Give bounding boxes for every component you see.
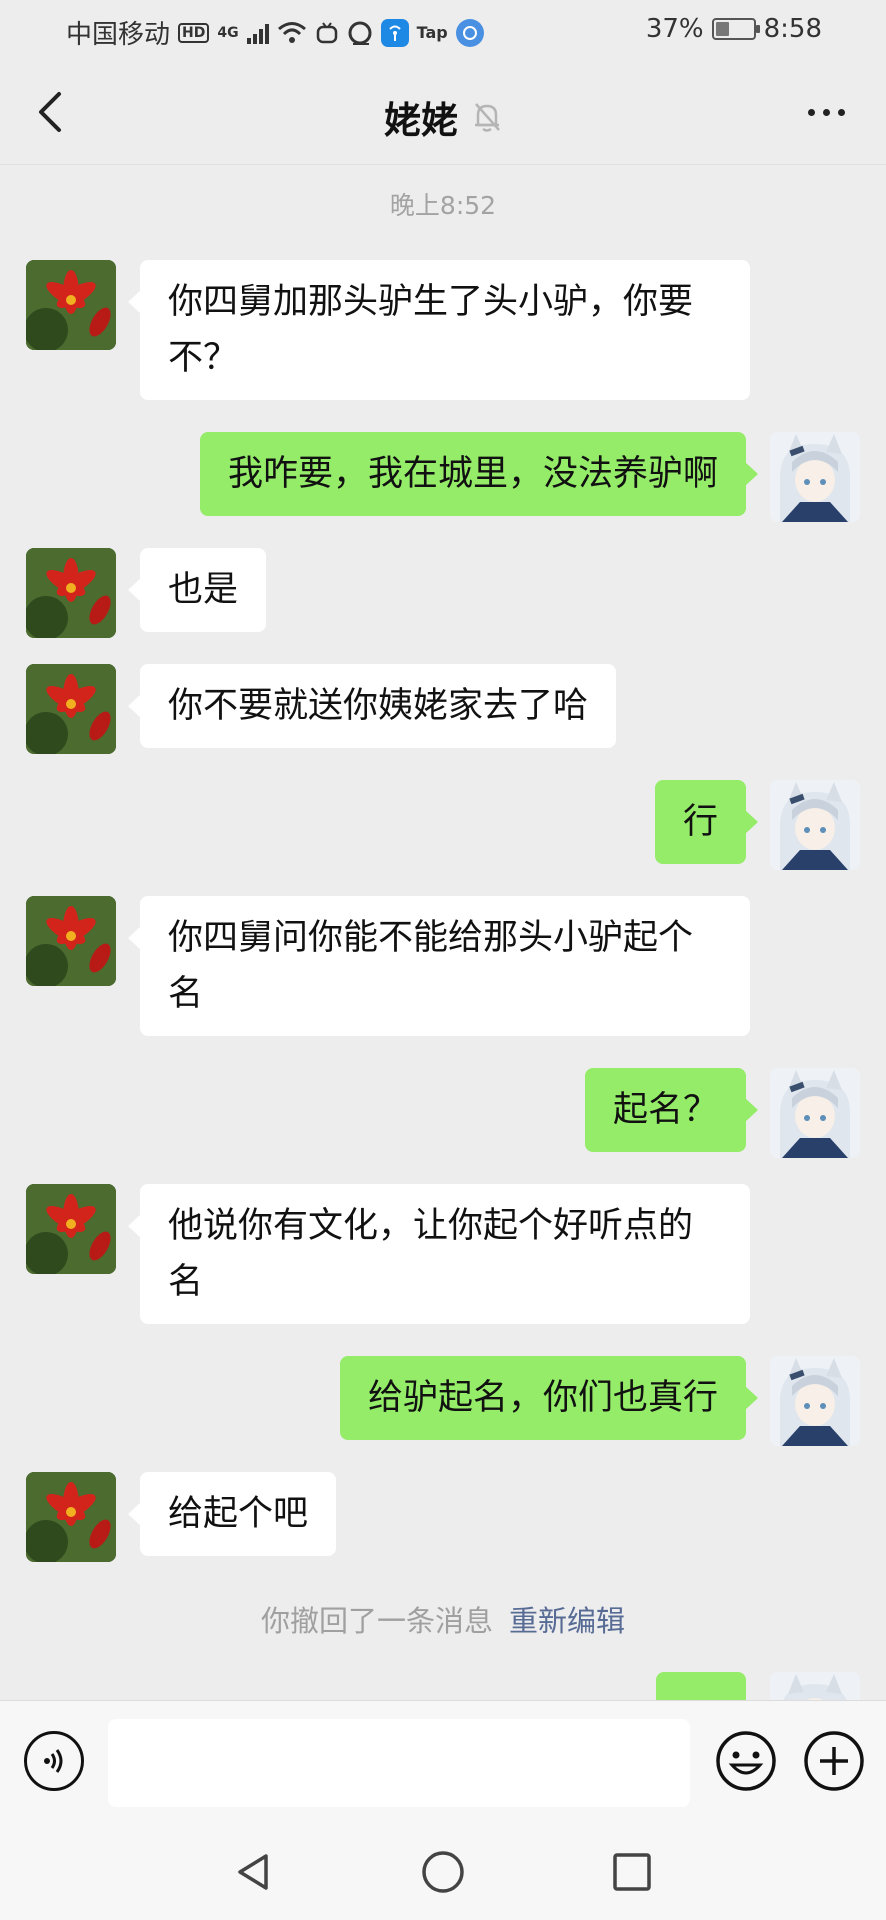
message-bubble[interactable]: 你四舅问你能不能给那头小驴起个 名 xyxy=(128,896,750,1036)
message-bubble-partial[interactable] xyxy=(656,1672,746,1700)
chat-title: 姥姥 xyxy=(384,99,458,142)
message-bubble[interactable]: 他说你有文化，让你起个好听点的 名 xyxy=(128,1184,750,1324)
chat-message-list[interactable]: 晚上8:52 你四舅加那头驴生了头小驴，你要 不？ 我咋要，我在城里，没法养驴啊… xyxy=(0,166,886,1700)
message-bubble[interactable]: 我咋要，我在城里，没法养驴啊 xyxy=(199,432,759,516)
browser-app-icon xyxy=(455,18,484,47)
plus-circle-icon xyxy=(804,1731,864,1791)
network-type: 4G xyxy=(217,24,239,41)
triangle-back-icon xyxy=(238,1854,268,1890)
system-home-button[interactable] xyxy=(415,1844,471,1900)
contact-avatar[interactable] xyxy=(26,1472,116,1562)
message-bubble[interactable]: 你不要就送你姨姥家去了哈 xyxy=(127,664,617,748)
voice-button[interactable] xyxy=(24,1731,84,1791)
message-bubble[interactable]: 也是 xyxy=(127,548,267,632)
voice-icon xyxy=(44,1749,63,1773)
message-bubble[interactable]: 给起个吧 xyxy=(127,1472,337,1556)
my-avatar[interactable] xyxy=(770,432,860,522)
app-notification-icon xyxy=(347,20,373,46)
carrier-label: 中国移动 xyxy=(66,20,171,50)
re-edit-link[interactable]: 重新编辑 xyxy=(509,1604,625,1638)
circle-home-icon xyxy=(422,1851,464,1893)
message-input[interactable] xyxy=(108,1719,690,1807)
system-navigation-bar xyxy=(0,1820,886,1920)
clock: 8:58 xyxy=(763,14,822,44)
square-recent-icon xyxy=(613,1853,651,1891)
message-bubble[interactable]: 起名？ xyxy=(584,1068,759,1152)
signal-icon xyxy=(246,22,269,44)
my-avatar[interactable] xyxy=(770,1672,860,1700)
battery-icon xyxy=(711,18,760,40)
chat-header: 姥姥 xyxy=(0,60,886,165)
message-bubble[interactable]: 行 xyxy=(654,780,759,864)
system-back-button[interactable] xyxy=(226,1844,282,1900)
message-bubble[interactable]: 你四舅加那头驴生了头小驴，你要 不？ xyxy=(128,260,750,400)
wifi-icon xyxy=(277,21,307,45)
more-functions-button[interactable] xyxy=(802,1729,866,1793)
contact-avatar[interactable] xyxy=(26,896,116,986)
battery-percent: 37% xyxy=(645,14,704,44)
message-timestamp: 晚上8:52 xyxy=(389,191,497,220)
contact-avatar[interactable] xyxy=(26,1184,116,1274)
my-avatar[interactable] xyxy=(770,1356,860,1446)
hotspot-app-icon xyxy=(380,18,409,47)
my-avatar[interactable] xyxy=(770,1068,860,1158)
emoji-icon xyxy=(716,1731,776,1791)
emoji-button[interactable] xyxy=(714,1729,778,1793)
recall-notice: 你撤回了一条消息 重新编辑 xyxy=(0,1598,886,1640)
input-bar xyxy=(0,1700,886,1820)
status-bar: 中国移动 HD 4G Tap 37% 8:58 xyxy=(0,0,886,60)
tv-app-icon xyxy=(315,21,339,45)
taptap-icon: Tap xyxy=(416,23,448,42)
system-recent-apps-button[interactable] xyxy=(604,1844,660,1900)
contact-avatar[interactable] xyxy=(26,260,116,350)
contact-avatar[interactable] xyxy=(26,548,116,638)
recall-text: 你撤回了一条消息 xyxy=(260,1604,493,1638)
hd-icon: HD xyxy=(178,22,210,43)
more-dots-icon xyxy=(807,108,815,116)
my-avatar[interactable] xyxy=(770,780,860,870)
bell-off-icon xyxy=(475,103,500,132)
contact-avatar[interactable] xyxy=(26,664,116,754)
message-bubble[interactable]: 给驴起名，你们也真行 xyxy=(339,1356,759,1440)
more-options-button[interactable] xyxy=(796,90,856,134)
